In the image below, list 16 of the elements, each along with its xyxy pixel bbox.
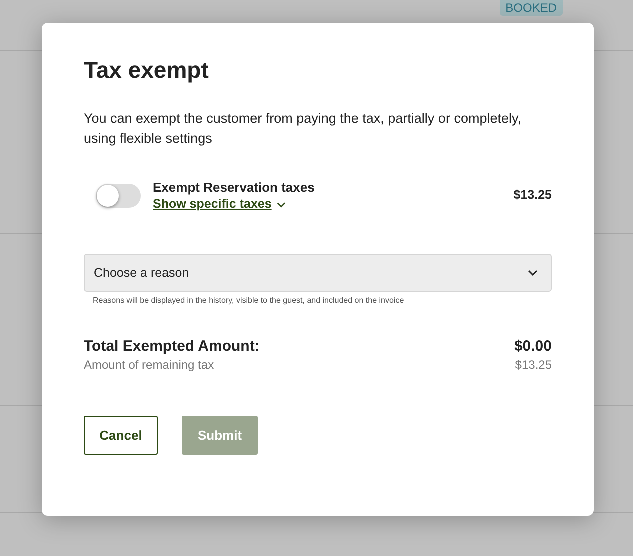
dialog-title: Tax exempt (84, 57, 210, 84)
remaining-value: $13.25 (515, 358, 552, 372)
description-text: You can exempt the customer from paying the tax, partially or completely, using flexible settings (84, 110, 522, 148)
status-badge: BOOKED (500, 0, 563, 16)
total-value: $0.00 (514, 338, 552, 355)
remaining-label: Amount of remaining tax (84, 358, 214, 372)
toggle-switch[interactable] (96, 184, 141, 208)
cancel-button[interactable]: Cancel (84, 416, 158, 455)
reason-dropdown[interactable]: Choose a reason (84, 254, 552, 292)
chevron-down-icon (276, 202, 286, 208)
exemption-amount: $13.25 (514, 188, 552, 202)
exemption-label: Exempt Reservation taxes (153, 180, 316, 195)
chevron-down-icon (528, 270, 538, 276)
total-label: Total Exempted Amount: (84, 338, 260, 355)
show-taxes-link[interactable]: Show specific taxes (153, 197, 272, 211)
hint-text: Reasons will be displayed in the history, visible to the guest, and included on the invoice (93, 296, 406, 305)
